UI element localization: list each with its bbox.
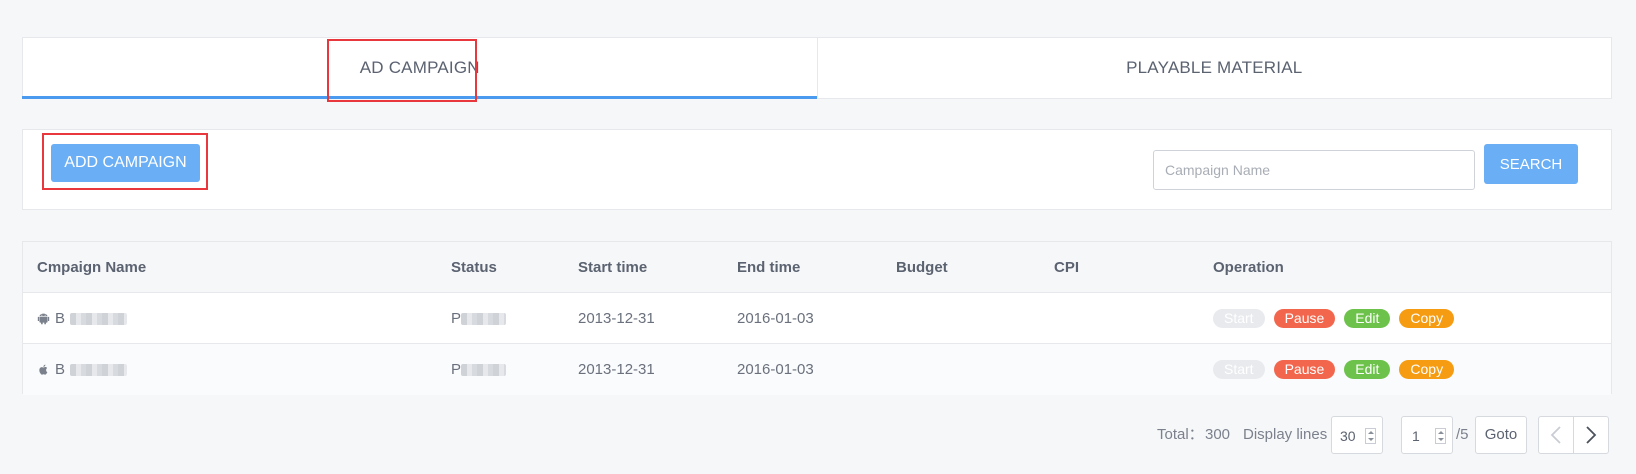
- pagination: Total： 300 Display lines 30 1 /5 Goto: [0, 414, 1636, 456]
- start-button[interactable]: Start: [1213, 309, 1265, 328]
- campaign-name-search-input[interactable]: [1153, 150, 1475, 190]
- android-icon: [37, 313, 50, 325]
- table-header: Cmpaign Name Status Start time End time …: [23, 242, 1611, 293]
- display-lines-value: 30: [1340, 428, 1356, 444]
- campaign-table: Cmpaign Name Status Start time End time …: [22, 241, 1612, 395]
- spinner-arrows-icon[interactable]: [1435, 428, 1446, 444]
- end-time-cell: 2016-01-03: [737, 310, 814, 327]
- total-count: 300: [1205, 426, 1231, 443]
- toolbar: ADD CAMPAIGN SEARCH: [22, 129, 1612, 210]
- column-header-name: Cmpaign Name: [37, 259, 147, 276]
- page-number-value: 1: [1412, 428, 1420, 444]
- total-label: Total：: [1157, 426, 1204, 443]
- redacted-text: [461, 313, 507, 326]
- page-number-stepper[interactable]: 1: [1401, 416, 1453, 454]
- status-text: P: [451, 310, 462, 327]
- column-header-status: Status: [451, 259, 497, 276]
- table-row: B P 2013-12-31 2016-01-03 Start Pause Ed…: [23, 344, 1611, 395]
- redacted-text: [461, 364, 507, 377]
- tab-playable-material-label: PLAYABLE MATERIAL: [1126, 58, 1303, 77]
- copy-button[interactable]: Copy: [1399, 360, 1455, 379]
- status-cell: P: [451, 344, 507, 395]
- display-lines-stepper[interactable]: 30: [1331, 416, 1383, 454]
- campaign-name-cell[interactable]: B: [37, 344, 128, 395]
- column-header-budget: Budget: [896, 259, 948, 276]
- column-header-operation: Operation: [1213, 259, 1284, 276]
- display-lines-label: Display lines: [1243, 426, 1328, 443]
- operation-buttons: Start Pause Edit Copy: [1213, 309, 1455, 328]
- tab-ad-campaign[interactable]: AD CAMPAIGN: [22, 38, 817, 99]
- pause-button[interactable]: Pause: [1273, 309, 1336, 328]
- edit-button[interactable]: Edit: [1344, 309, 1391, 328]
- search-button[interactable]: SEARCH: [1484, 144, 1578, 184]
- status-text: P: [451, 361, 462, 378]
- chevron-left-icon: [1550, 426, 1561, 444]
- redacted-text: [70, 363, 128, 376]
- operation-buttons: Start Pause Edit Copy: [1213, 360, 1455, 379]
- copy-button[interactable]: Copy: [1399, 309, 1455, 328]
- start-button[interactable]: Start: [1213, 360, 1265, 379]
- prev-page-button[interactable]: [1538, 416, 1574, 454]
- add-campaign-button[interactable]: ADD CAMPAIGN: [51, 144, 200, 182]
- goto-button[interactable]: Goto: [1475, 416, 1527, 454]
- apple-icon: [39, 364, 48, 375]
- edit-button[interactable]: Edit: [1344, 360, 1391, 379]
- start-time-cell: 2013-12-31: [578, 310, 655, 327]
- table-row: B P 2013-12-31 2016-01-03 Start Pause Ed…: [23, 293, 1611, 344]
- tab-playable-material[interactable]: PLAYABLE MATERIAL: [816, 38, 1612, 98]
- column-header-end-time: End time: [737, 259, 801, 276]
- campaign-name-cell[interactable]: B: [37, 293, 128, 344]
- tab-ad-campaign-label: AD CAMPAIGN: [359, 58, 480, 77]
- start-time-cell: 2013-12-31: [578, 361, 655, 378]
- campaign-name-text: B: [55, 310, 66, 327]
- column-header-cpi: CPI: [1054, 259, 1080, 276]
- end-time-cell: 2016-01-03: [737, 361, 814, 378]
- chevron-right-icon: [1586, 426, 1597, 444]
- next-page-button[interactable]: [1573, 416, 1609, 454]
- column-header-start-time: Start time: [578, 259, 648, 276]
- total-pages: /5: [1456, 426, 1469, 443]
- tab-bar: AD CAMPAIGN PLAYABLE MATERIAL: [22, 37, 1612, 99]
- redacted-text: [70, 312, 128, 325]
- pause-button[interactable]: Pause: [1273, 360, 1336, 379]
- status-cell: P: [451, 293, 507, 344]
- campaign-name-text: B: [55, 361, 66, 378]
- spinner-arrows-icon[interactable]: [1365, 428, 1376, 444]
